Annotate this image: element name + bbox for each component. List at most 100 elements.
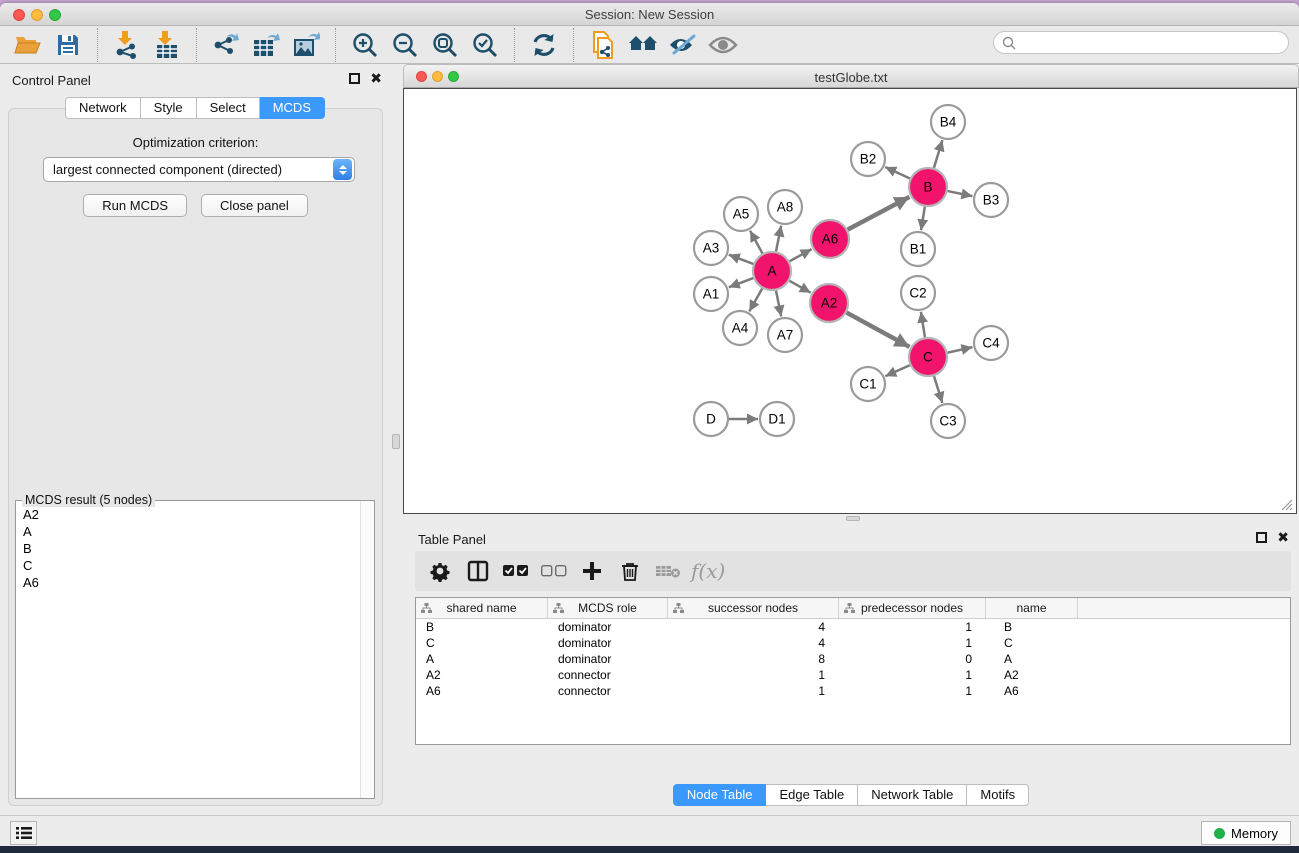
search-field[interactable]: [993, 31, 1289, 54]
reset-view-icon[interactable]: [623, 28, 663, 62]
float-panel-icon[interactable]: [349, 73, 360, 84]
close-panel-icon[interactable]: ✖: [370, 73, 382, 84]
criterion-dropdown[interactable]: largest connected component (directed): [43, 157, 355, 182]
result-list-item[interactable]: A6: [17, 574, 359, 591]
select-all-columns-icon[interactable]: [497, 554, 535, 588]
hide-graphics-icon[interactable]: [663, 28, 703, 62]
close-panel-button[interactable]: Close panel: [201, 194, 308, 217]
tab-motifs[interactable]: Motifs: [967, 784, 1029, 806]
table-row[interactable]: A6connector11A6: [416, 683, 1290, 699]
graph-edge-C-C3[interactable]: [934, 376, 942, 403]
birdseye-view-icon[interactable]: [703, 28, 743, 62]
close-table-panel-icon[interactable]: ✖: [1277, 532, 1289, 543]
graph-node-A3[interactable]: A3: [694, 231, 728, 265]
graph-edge-A6-B[interactable]: [848, 197, 910, 230]
graph-node-C1[interactable]: C1: [851, 367, 885, 401]
graph-node-B1[interactable]: B1: [901, 232, 935, 266]
table-row[interactable]: Cdominator41C: [416, 635, 1290, 651]
graph-node-D1[interactable]: D1: [760, 402, 794, 436]
graph-edge-B-B1[interactable]: [921, 207, 925, 230]
function-builder-button[interactable]: f(x): [691, 559, 725, 583]
delete-table-icon[interactable]: [649, 554, 687, 588]
import-table-icon[interactable]: [147, 28, 187, 62]
zoom-in-icon[interactable]: [345, 28, 385, 62]
graph-edge-C-C1[interactable]: [885, 365, 909, 376]
vertical-splitter[interactable]: [390, 64, 403, 815]
tab-network-table[interactable]: Network Table: [858, 784, 967, 806]
delete-column-icon[interactable]: [611, 554, 649, 588]
graph-edge-A-A7[interactable]: [776, 291, 781, 317]
graph-edge-A-A6[interactable]: [790, 249, 812, 261]
tab-select[interactable]: Select: [197, 97, 260, 119]
refresh-icon[interactable]: [524, 28, 564, 62]
zoom-out-icon[interactable]: [385, 28, 425, 62]
unselect-all-columns-icon[interactable]: [535, 554, 573, 588]
task-history-button[interactable]: [10, 821, 37, 845]
tab-network[interactable]: Network: [65, 97, 141, 119]
export-table-icon[interactable]: [246, 28, 286, 62]
column-header-shared-name[interactable]: shared name: [416, 598, 548, 618]
result-list-scrollbar[interactable]: [360, 501, 374, 798]
graph-node-B2[interactable]: B2: [851, 142, 885, 176]
tab-style[interactable]: Style: [141, 97, 197, 119]
result-list-item[interactable]: B: [17, 540, 359, 557]
result-list-item[interactable]: C: [17, 557, 359, 574]
graph-node-A2[interactable]: A2: [810, 284, 848, 322]
tab-edge-table[interactable]: Edge Table: [766, 784, 858, 806]
run-mcds-button[interactable]: Run MCDS: [83, 194, 187, 217]
vertical-splitter-knob[interactable]: [392, 434, 400, 449]
network-canvas[interactable]: B4B2BB3A8A5A6A3B1AC2A1A2A4A7C4CC1DD1C3: [403, 88, 1297, 514]
horizontal-splitter-knob[interactable]: [846, 516, 860, 521]
split-columns-icon[interactable]: [459, 554, 497, 588]
graph-node-C[interactable]: C: [909, 338, 947, 376]
graph-node-D[interactable]: D: [694, 402, 728, 436]
graph-node-A4[interactable]: A4: [723, 311, 757, 345]
graph-node-C4[interactable]: C4: [974, 326, 1008, 360]
add-column-icon[interactable]: [573, 554, 611, 588]
graph-edge-A-A5[interactable]: [750, 231, 762, 254]
graph-node-C3[interactable]: C3: [931, 404, 965, 438]
memory-button[interactable]: Memory: [1201, 821, 1291, 845]
graph-edge-B-B4[interactable]: [934, 140, 943, 168]
gear-icon[interactable]: [421, 554, 459, 588]
column-header-predecessor-nodes[interactable]: predecessor nodes: [839, 598, 986, 618]
graph-edge-A-A1[interactable]: [729, 278, 754, 287]
float-table-panel-icon[interactable]: [1256, 532, 1267, 543]
export-image-icon[interactable]: [286, 28, 326, 62]
tab-mcds[interactable]: MCDS: [260, 97, 325, 119]
column-header-name[interactable]: name: [986, 598, 1078, 618]
graph-edge-A-A2[interactable]: [789, 281, 810, 293]
graph-edge-C-C4[interactable]: [948, 347, 973, 353]
tab-node-table[interactable]: Node Table: [673, 784, 767, 806]
graph-edge-A2-C[interactable]: [847, 313, 910, 347]
graph-node-A7[interactable]: A7: [768, 318, 802, 352]
graph-node-A[interactable]: A: [753, 252, 791, 290]
column-header-successor-nodes[interactable]: successor nodes: [668, 598, 839, 618]
result-list-item[interactable]: A: [17, 523, 359, 540]
zoom-fit-icon[interactable]: [425, 28, 465, 62]
graph-edge-B-B3[interactable]: [948, 191, 973, 196]
graph-edge-B-B2[interactable]: [885, 167, 910, 179]
horizontal-splitter[interactable]: [403, 514, 1299, 523]
graph-edge-A-A4[interactable]: [749, 288, 762, 311]
save-session-icon[interactable]: [48, 28, 88, 62]
graph-node-A1[interactable]: A1: [694, 277, 728, 311]
graph-edge-C-C2[interactable]: [921, 312, 925, 337]
graph-node-B3[interactable]: B3: [974, 183, 1008, 217]
graph-node-C2[interactable]: C2: [901, 276, 935, 310]
graph-node-A6[interactable]: A6: [811, 220, 849, 258]
open-session-icon[interactable]: [8, 28, 48, 62]
graph-edge-A-A3[interactable]: [729, 255, 754, 264]
search-input[interactable]: [1021, 35, 1288, 50]
table-row[interactable]: Adominator80A: [416, 651, 1290, 667]
resize-grip-icon[interactable]: [1280, 498, 1293, 511]
zoom-selected-icon[interactable]: [465, 28, 505, 62]
export-network-icon[interactable]: [206, 28, 246, 62]
column-header-MCDS-role[interactable]: MCDS role: [548, 598, 668, 618]
graph-node-B[interactable]: B: [909, 168, 947, 206]
graph-edge-A-A8[interactable]: [776, 226, 781, 252]
result-list-item[interactable]: A2: [17, 506, 359, 523]
graph-node-A5[interactable]: A5: [724, 197, 758, 231]
graph-node-B4[interactable]: B4: [931, 105, 965, 139]
clone-network-icon[interactable]: [583, 28, 623, 62]
